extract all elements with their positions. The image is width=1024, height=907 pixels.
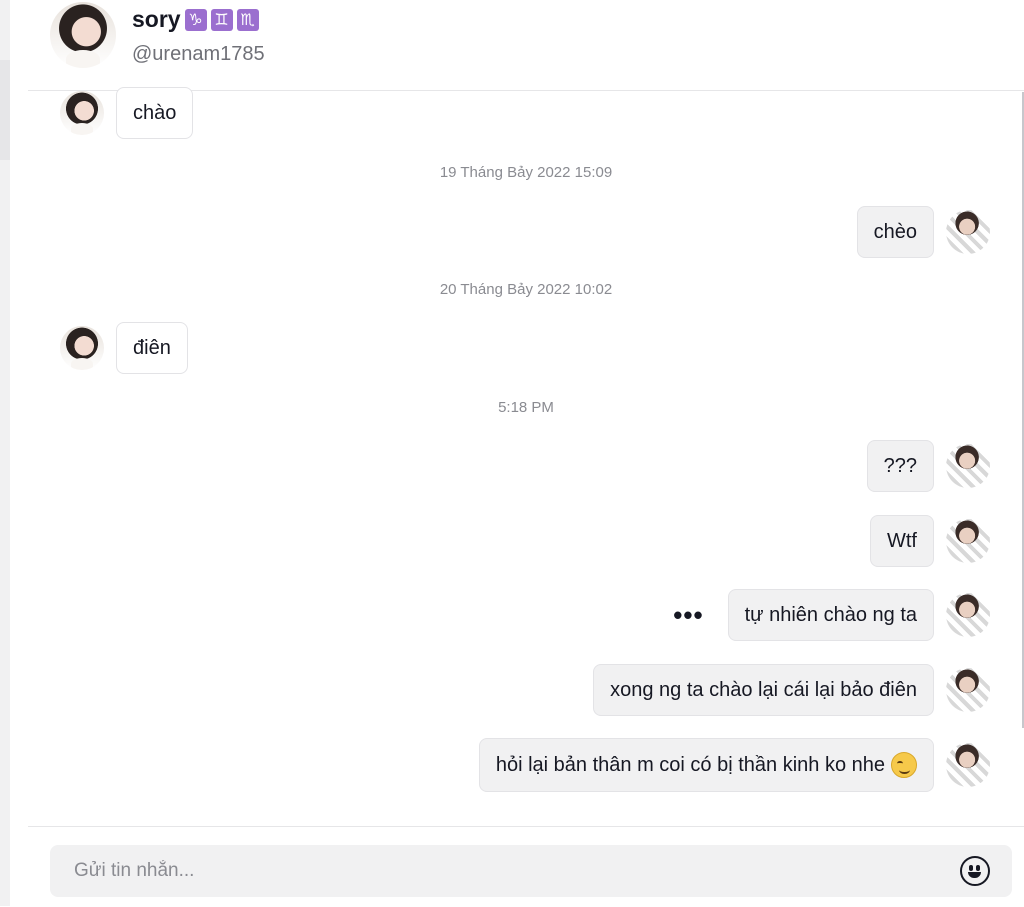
contact-name[interactable]: sory ♑ ♊ ♏ (132, 6, 259, 33)
left-sidebar-edge (0, 0, 10, 906)
timestamp: 19 Tháng Bảy 2022 15:09 (439, 164, 613, 181)
chat-header: sory ♑ ♊ ♏ @urenam1785 (28, 0, 1024, 91)
message-composer (50, 845, 1012, 897)
message-thread: chào 19 Tháng Bảy 2022 15:09 chèo 20 Thá… (28, 87, 1024, 825)
smirk-emoji-icon (891, 752, 917, 778)
message-text: hỏi lại bản thân m coi có bị thần kinh k… (495, 754, 885, 776)
message-input[interactable] (50, 845, 954, 897)
message-bubble[interactable]: tự nhiên chào ng ta (727, 589, 934, 641)
my-avatar[interactable] (946, 593, 990, 637)
emoji-mouth (968, 872, 981, 878)
contact-avatar-small[interactable] (60, 91, 104, 135)
more-options-icon[interactable]: ••• (673, 602, 703, 628)
contact-handle[interactable]: @urenam1785 (132, 43, 265, 66)
capricorn-icon: ♑ (184, 8, 207, 31)
message-outgoing: tự nhiên chào ng ta ••• (673, 589, 990, 641)
my-avatar[interactable] (946, 444, 990, 488)
message-incoming: điên (60, 322, 188, 374)
gemini-icon: ♊ (210, 8, 233, 31)
my-avatar[interactable] (946, 519, 990, 563)
message-bubble[interactable]: chèo (856, 206, 934, 258)
message-incoming: chào (60, 87, 194, 139)
composer-area (28, 826, 1024, 907)
emoji-eye-left (969, 865, 973, 871)
sidebar-selected-shade (0, 60, 10, 160)
emoji-eye-right (976, 865, 980, 871)
message-outgoing: xong ng ta chào lại cái lại bảo điên (593, 664, 990, 716)
message-outgoing: ??? (866, 440, 990, 492)
contact-avatar[interactable] (50, 2, 116, 68)
message-bubble[interactable]: chào (116, 87, 194, 139)
message-bubble[interactable]: hỏi lại bản thân m coi có bị thần kinh k… (478, 738, 934, 792)
message-bubble[interactable]: xong ng ta chào lại cái lại bảo điên (593, 664, 934, 716)
emoji-icon[interactable] (960, 856, 990, 886)
chat-panel: sory ♑ ♊ ♏ @urenam1785 chào 19 Tháng Bảy… (28, 0, 1024, 907)
message-outgoing: Wtf (870, 515, 990, 567)
timestamp: 20 Tháng Bảy 2022 10:02 (439, 281, 613, 298)
message-bubble[interactable]: điên (116, 322, 188, 374)
message-bubble[interactable]: ??? (866, 440, 934, 492)
scorpio-icon: ♏ (236, 8, 259, 31)
message-outgoing: hỏi lại bản thân m coi có bị thần kinh k… (478, 738, 990, 792)
my-avatar[interactable] (946, 210, 990, 254)
message-bubble[interactable]: Wtf (870, 515, 934, 567)
contact-avatar-small[interactable] (60, 326, 104, 370)
contact-name-text: sory (132, 6, 181, 32)
my-avatar[interactable] (946, 743, 990, 787)
message-outgoing: chèo (856, 206, 990, 258)
my-avatar[interactable] (946, 668, 990, 712)
timestamp: 5:18 PM (498, 399, 554, 416)
